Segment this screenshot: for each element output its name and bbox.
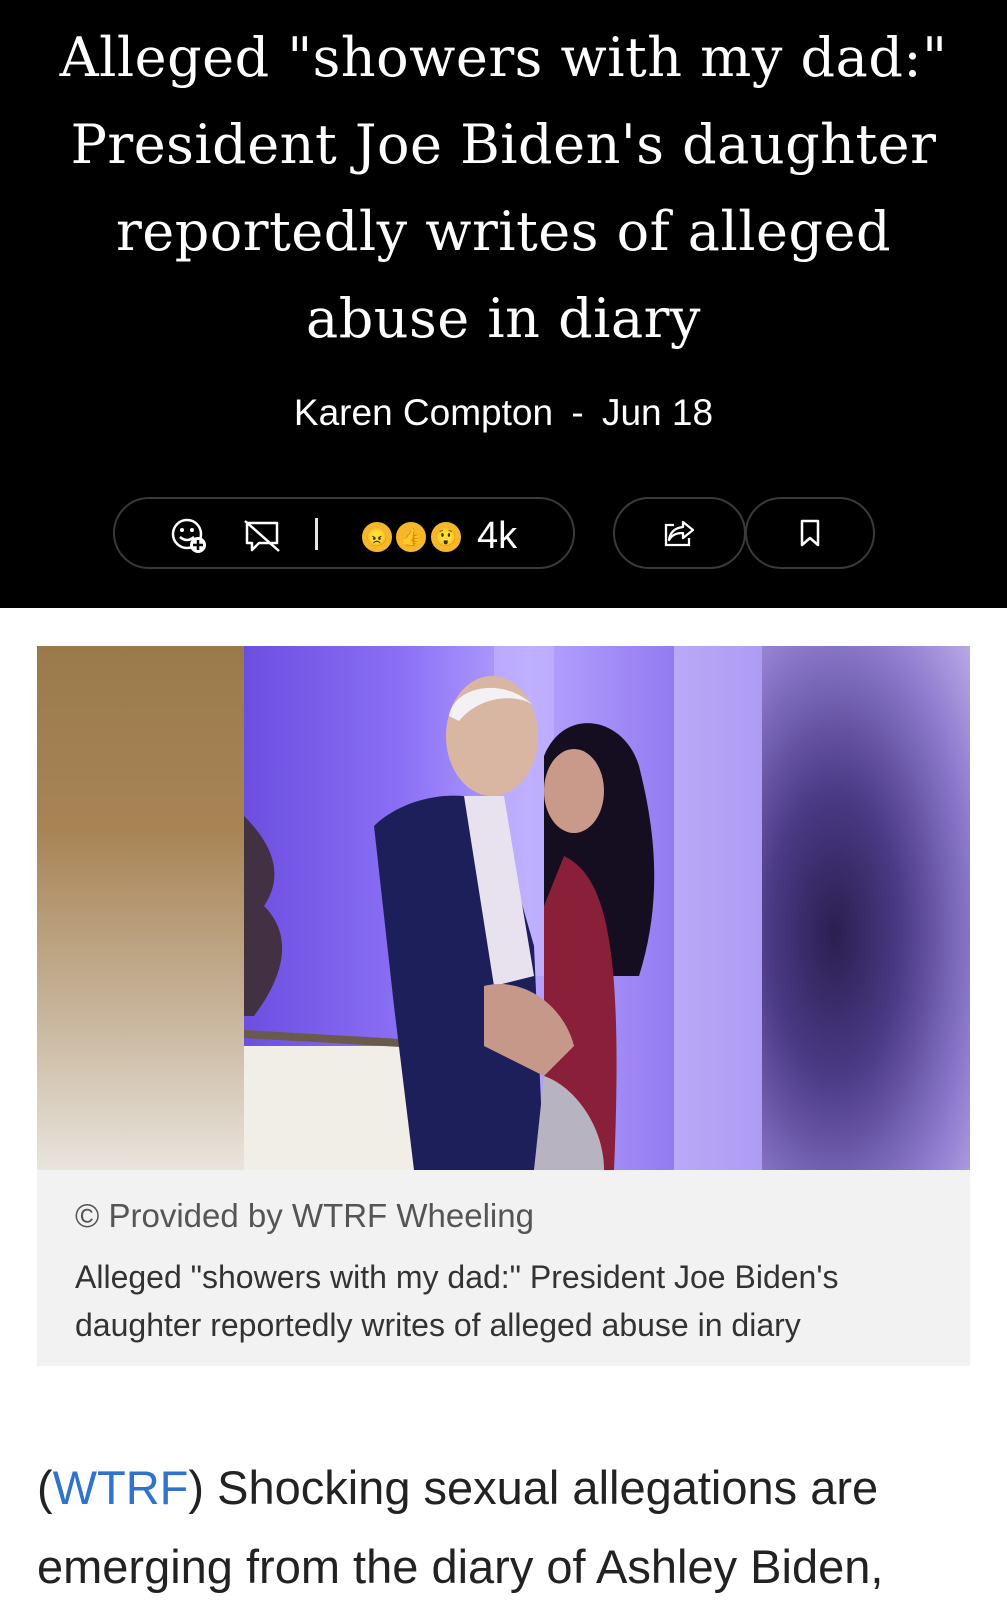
image-caption: © Provided by WTRF Wheeling Alleged "sho… bbox=[37, 1170, 970, 1366]
reaction-count: 4k bbox=[477, 515, 518, 557]
byline: Karen Compton - Jun 18 bbox=[0, 392, 1007, 434]
add-reaction-icon[interactable] bbox=[170, 517, 208, 555]
bookmark-icon bbox=[798, 518, 822, 548]
article-photo bbox=[244, 646, 764, 1170]
image-caption-text: Alleged "showers with my dad:" President… bbox=[75, 1259, 839, 1343]
article-body: (WTRF) Shocking sexual allegations are e… bbox=[37, 1448, 977, 1606]
open-paren: ( bbox=[37, 1461, 53, 1514]
reaction-bar: 😠 👍 😲 4k bbox=[113, 497, 575, 569]
thumbs-up-emoji-icon: 👍 bbox=[394, 520, 429, 555]
image-blur-right bbox=[762, 646, 970, 1170]
article-headline: Alleged "showers with my dad:" President… bbox=[59, 26, 948, 350]
publish-date: Jun 18 bbox=[601, 392, 714, 433]
angry-emoji-icon: 😠 bbox=[360, 520, 394, 555]
share-button[interactable] bbox=[613, 497, 746, 569]
reaction-emojis[interactable]: 😠 👍 😲 bbox=[360, 516, 463, 556]
image-provider: © Provided by WTRF Wheeling bbox=[75, 1197, 534, 1234]
image-blur-left bbox=[37, 646, 244, 1170]
byline-separator: - bbox=[571, 392, 584, 433]
article-header: Alleged "showers with my dad:" President… bbox=[0, 0, 1007, 608]
article-image[interactable] bbox=[37, 646, 970, 1170]
author-name[interactable]: Karen Compton bbox=[294, 392, 553, 433]
toolbar-divider bbox=[315, 518, 318, 550]
save-button[interactable] bbox=[745, 497, 875, 569]
share-icon bbox=[663, 518, 697, 548]
source-link[interactable]: WTRF bbox=[53, 1461, 189, 1514]
comments-off-icon[interactable] bbox=[243, 519, 283, 553]
surprised-emoji-icon: 😲 bbox=[428, 520, 463, 555]
close-paren: ) bbox=[188, 1461, 205, 1514]
